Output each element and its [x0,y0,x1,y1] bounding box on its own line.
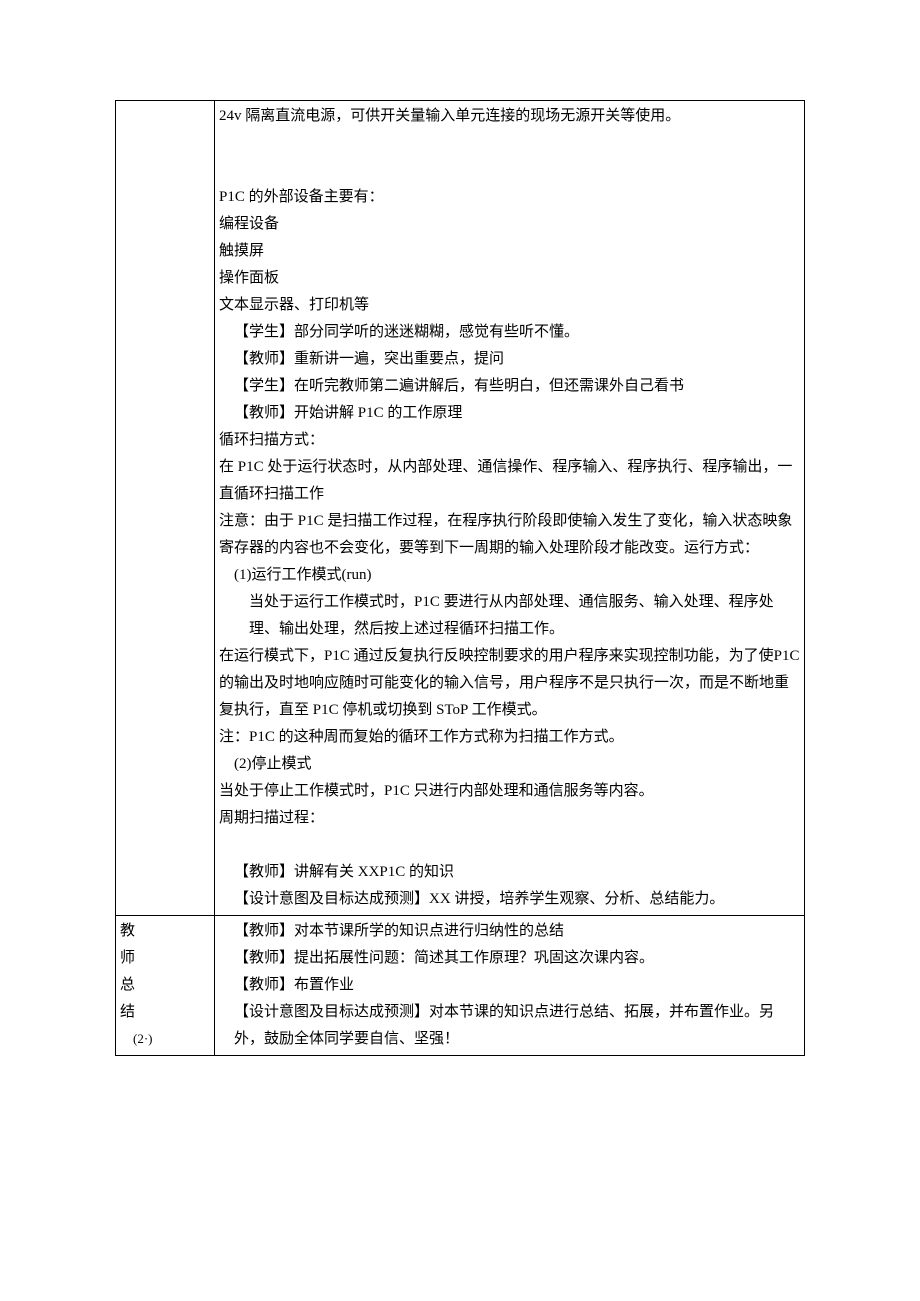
text-line: 【教师】开始讲解 P1C 的工作原理 [219,400,800,427]
text-line: 【学生】在听完教师第二遍讲解后，有些明白，但还需课外自己看书 [219,373,800,400]
text-line: 在运行模式下，P1C 通过反复执行反映控制要求的用户程序来实现控制功能，为了使P… [219,643,800,724]
text-line: 【设计意图及目标达成预测】对本节课的知识点进行总结、拓展，并布置作业。另外，鼓励… [219,999,800,1053]
text-line: 【教师】重新讲一遍，突出重要点，提问 [219,346,800,373]
text-line: 【教师】讲解有关 XXP1C 的知识 [219,859,800,886]
label-char: 总 [120,972,210,999]
blank [219,130,800,157]
label-note: (2·) [120,1031,153,1046]
text-line: 【教师】布置作业 [219,972,800,999]
label-char: 师 [120,945,210,972]
text-line: 【设计意图及目标达成预测】XX 讲授，培养学生观察、分析、总结能力。 [219,886,800,913]
row-label-cell: 教 师 总 结 (2·) [116,916,215,1056]
text-line: 操作面板 [219,265,800,292]
table-row: 教 师 总 结 (2·) 【教师】对本节课所学的知识点进行归纳性的总结 【教师】… [116,916,805,1056]
text-line: 周期扫描过程： [219,805,800,832]
text-line: 当处于停止工作模式时，P1C 只进行内部处理和通信服务等内容。 [219,778,800,805]
blank [219,832,800,859]
text-line: P1C 的外部设备主要有： [219,184,800,211]
text-line: 注：P1C 的这种周而复始的循环工作方式称为扫描工作方式。 [219,724,800,751]
text-line: 注意：由于 P1C 是扫描工作过程，在程序执行阶段即使输入发生了变化，输入状态映… [219,508,800,562]
text-line: 循环扫描方式： [219,427,800,454]
blank [219,157,800,184]
text-line: 当处于运行工作模式时，P1C 要进行从内部处理、通信服务、输入处理、程序处理、输… [219,589,800,643]
row-content-cell: 24v 隔离直流电源，可供开关量输入单元连接的现场无源开关等使用。 P1C 的外… [215,101,805,916]
lesson-table: 24v 隔离直流电源，可供开关量输入单元连接的现场无源开关等使用。 P1C 的外… [115,100,805,1056]
text-line: 24v 隔离直流电源，可供开关量输入单元连接的现场无源开关等使用。 [219,103,800,130]
text-line: 触摸屏 [219,238,800,265]
text-line: 【教师】提出拓展性问题：简述其工作原理？巩固这次课内容。 [219,945,800,972]
row-content-cell: 【教师】对本节课所学的知识点进行归纳性的总结 【教师】提出拓展性问题：简述其工作… [215,916,805,1056]
label-char: 教 [120,918,210,945]
text-line: (2)停止模式 [219,751,800,778]
text-line: (1)运行工作模式(run) [219,562,800,589]
row-label-cell [116,101,215,916]
label-char: 结 [120,999,210,1026]
table-row: 24v 隔离直流电源，可供开关量输入单元连接的现场无源开关等使用。 P1C 的外… [116,101,805,916]
text-line: 【学生】部分同学听的迷迷糊糊，感觉有些听不懂。 [219,319,800,346]
text-line: 在 P1C 处于运行状态时，从内部处理、通信操作、程序输入、程序执行、程序输出，… [219,454,800,508]
text-line: 编程设备 [219,211,800,238]
text-line: 【教师】对本节课所学的知识点进行归纳性的总结 [219,918,800,945]
text-line: 文本显示器、打印机等 [219,292,800,319]
